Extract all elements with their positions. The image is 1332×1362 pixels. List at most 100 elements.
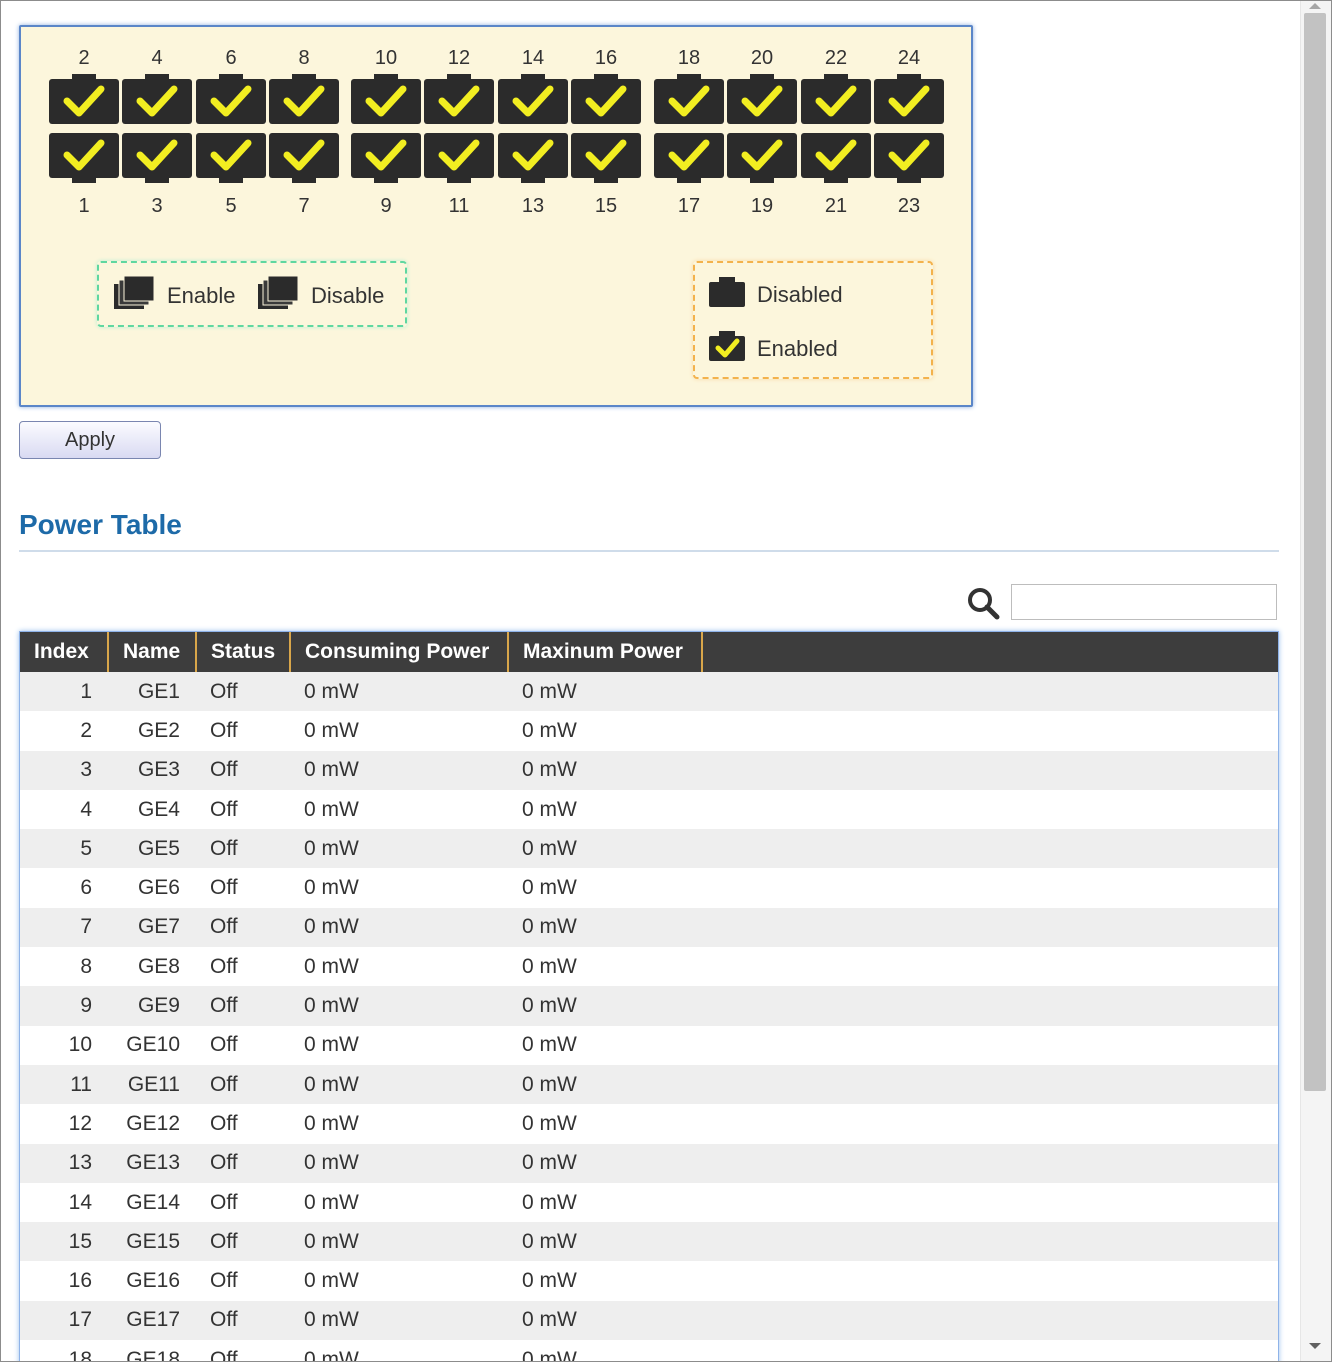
cell-name: GE12 — [108, 1104, 196, 1144]
cell-consuming-power: 0 mW — [290, 1064, 508, 1105]
table-row[interactable]: 8 GE8 Off 0 mW 0 mW — [20, 947, 1278, 987]
table-row[interactable]: 3 GE3 Off 0 mW 0 mW — [20, 750, 1278, 790]
port-checked-icon — [269, 74, 339, 124]
port-1-toggle[interactable] — [49, 133, 119, 183]
cell-filler — [702, 1143, 1278, 1183]
port-21-toggle[interactable] — [801, 133, 871, 183]
port-number-label: 6 — [225, 47, 237, 69]
table-row[interactable]: 10 GE10 Off 0 mW 0 mW — [20, 1025, 1278, 1065]
cell-status: Off — [196, 750, 290, 790]
scroll-up-arrow-icon[interactable] — [1309, 3, 1321, 9]
cell-status: Off — [196, 1182, 290, 1223]
port-24-toggle[interactable] — [874, 74, 944, 124]
table-row[interactable]: 12 GE12 Off 0 mW 0 mW — [20, 1104, 1278, 1144]
port-8-toggle[interactable] — [269, 74, 339, 124]
table-row[interactable]: 5 GE5 Off 0 mW 0 mW — [20, 829, 1278, 869]
cell-name: GE3 — [108, 750, 196, 790]
column-header-consuming-power[interactable]: Consuming Power — [290, 632, 509, 672]
port-checked-icon — [424, 74, 494, 124]
port-number-label: 19 — [750, 195, 774, 217]
port-23-toggle[interactable] — [874, 133, 944, 183]
table-row[interactable]: 6 GE6 Off 0 mW 0 mW — [20, 868, 1278, 908]
cell-consuming-power: 0 mW — [290, 829, 508, 869]
scrollbar-thumb[interactable] — [1304, 13, 1326, 1091]
port-9-toggle[interactable] — [351, 133, 421, 183]
table-row[interactable]: 4 GE4 Off 0 mW 0 mW — [20, 789, 1278, 830]
enable-all-button[interactable]: Enable — [113, 275, 236, 317]
port-checked-icon — [351, 74, 421, 124]
table-row[interactable]: 17 GE17 Off 0 mW 0 mW — [20, 1300, 1278, 1341]
table-row[interactable]: 9 GE9 Off 0 mW 0 mW — [20, 986, 1278, 1026]
table-row[interactable]: 1 GE1 Off 0 mW 0 mW — [20, 672, 1278, 712]
cell-filler — [702, 1300, 1278, 1341]
port-19-toggle[interactable] — [727, 133, 797, 183]
port-16-toggle[interactable] — [571, 74, 641, 124]
port-number-label: 23 — [897, 195, 921, 217]
disable-all-label: Disable — [311, 283, 385, 308]
cell-status: Off — [196, 711, 290, 751]
table-row[interactable]: 18 GE18 Off 0 mW 0 mW — [20, 1340, 1278, 1361]
cell-consuming-power: 0 mW — [290, 1182, 508, 1223]
port-22-toggle[interactable] — [801, 74, 871, 124]
cell-maximum-power: 0 mW — [508, 947, 702, 987]
apply-button[interactable]: Apply — [19, 421, 161, 459]
table-row[interactable]: 7 GE7 Off 0 mW 0 mW — [20, 907, 1278, 948]
vertical-scrollbar[interactable] — [1300, 1, 1331, 1361]
cell-status: Off — [196, 829, 290, 869]
column-header-index[interactable]: Index — [20, 632, 109, 672]
port-18-toggle[interactable] — [654, 74, 724, 124]
cell-maximum-power: 0 mW — [508, 1182, 702, 1223]
port-2-toggle[interactable] — [49, 74, 119, 124]
column-header-name[interactable]: Name — [108, 632, 197, 672]
cell-status: Off — [196, 907, 290, 948]
cell-filler — [702, 1064, 1278, 1105]
cell-maximum-power: 0 mW — [508, 868, 702, 908]
disable-all-button[interactable]: Disable — [257, 275, 384, 317]
port-20-toggle[interactable] — [727, 74, 797, 124]
port-checked-icon — [654, 133, 724, 183]
port-number-label: 4 — [151, 47, 163, 69]
cell-index: 10 — [20, 1025, 108, 1065]
port-3-toggle[interactable] — [122, 133, 192, 183]
action-legend: Enable Disable — [97, 261, 407, 327]
search-input[interactable] — [1011, 584, 1277, 620]
port-15-toggle[interactable] — [571, 133, 641, 183]
port-5-toggle[interactable] — [196, 133, 266, 183]
cell-maximum-power: 0 mW — [508, 1261, 702, 1301]
scroll-down-arrow-icon[interactable] — [1309, 1343, 1321, 1349]
port-13-toggle[interactable] — [498, 133, 568, 183]
port-disabled-icon — [709, 277, 745, 313]
port-6-toggle[interactable] — [196, 74, 266, 124]
port-number-label: 12 — [447, 47, 471, 69]
table-row[interactable]: 16 GE16 Off 0 mW 0 mW — [20, 1261, 1278, 1301]
cell-name: GE11 — [108, 1064, 196, 1105]
port-10-toggle[interactable] — [351, 74, 421, 124]
search-icon[interactable] — [965, 585, 1001, 621]
port-7-toggle[interactable] — [269, 133, 339, 183]
port-checked-icon — [727, 133, 797, 183]
port-11-toggle[interactable] — [424, 133, 494, 183]
column-header-status[interactable]: Status — [196, 632, 291, 672]
port-number-label: 17 — [677, 195, 701, 217]
table-row[interactable]: 11 GE11 Off 0 mW 0 mW — [20, 1064, 1278, 1105]
port-4-toggle[interactable] — [122, 74, 192, 124]
table-row[interactable]: 13 GE13 Off 0 mW 0 mW — [20, 1143, 1278, 1183]
cell-filler — [702, 1340, 1278, 1361]
cell-index: 7 — [20, 907, 108, 948]
column-header-maximum-power[interactable]: Maxinum Power — [508, 632, 703, 672]
port-checked-icon — [727, 74, 797, 124]
port-number-label: 14 — [521, 47, 545, 69]
cell-name: GE2 — [108, 711, 196, 751]
port-checked-icon — [49, 74, 119, 124]
table-row[interactable]: 15 GE15 Off 0 mW 0 mW — [20, 1222, 1278, 1262]
table-row[interactable]: 14 GE14 Off 0 mW 0 mW — [20, 1182, 1278, 1223]
port-17-toggle[interactable] — [654, 133, 724, 183]
cell-name: GE9 — [108, 986, 196, 1026]
cell-consuming-power: 0 mW — [290, 907, 508, 948]
table-row[interactable]: 2 GE2 Off 0 mW 0 mW — [20, 711, 1278, 751]
cell-consuming-power: 0 mW — [290, 986, 508, 1026]
port-12-toggle[interactable] — [424, 74, 494, 124]
cell-status: Off — [196, 1340, 290, 1361]
port-number-label: 11 — [448, 195, 470, 217]
port-14-toggle[interactable] — [498, 74, 568, 124]
